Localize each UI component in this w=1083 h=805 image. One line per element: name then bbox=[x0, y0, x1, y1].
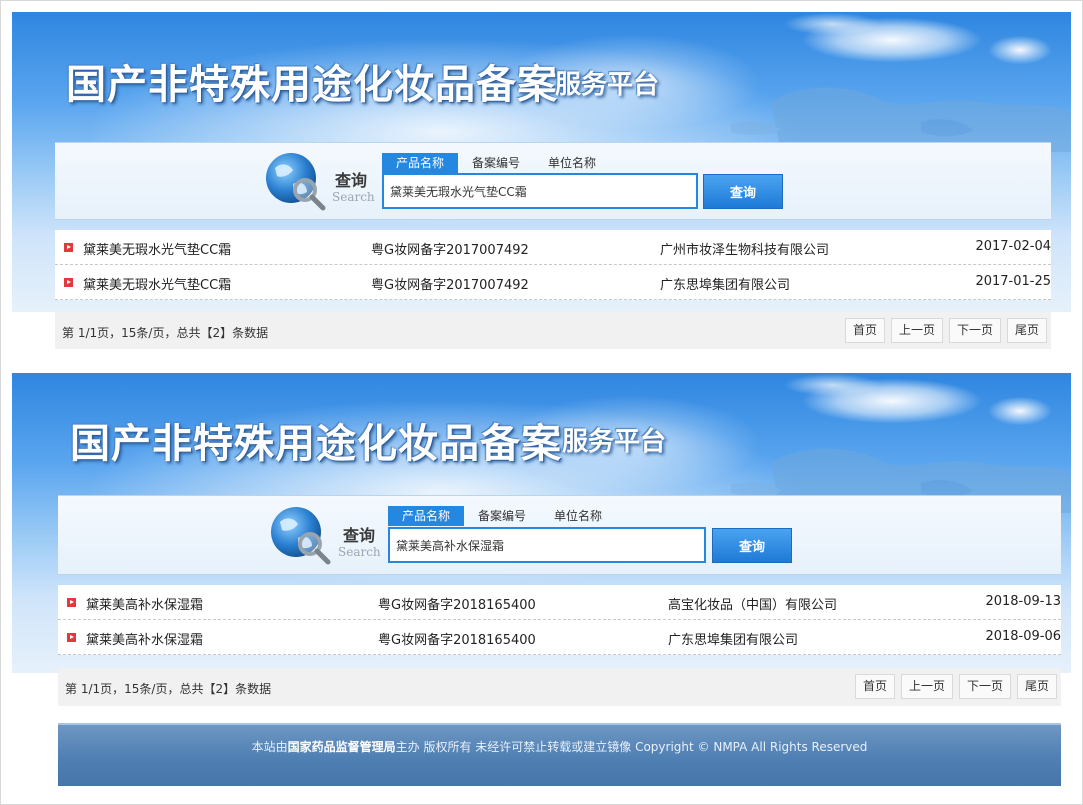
search-label-en: Search bbox=[332, 190, 375, 204]
search-tabs: 产品名称 备案编号 单位名称 bbox=[388, 506, 616, 526]
results-list: 黛莱美高补水保湿霜 粤G妆网备字2018165400 高宝化妆品（中国）有限公司… bbox=[58, 585, 1061, 655]
page-subtitle: 服务平台 bbox=[562, 427, 667, 457]
bullet-arrow-icon bbox=[64, 243, 73, 252]
search-button[interactable]: 查询 bbox=[712, 528, 792, 563]
registration-number: 粤G妆网备字2017007492 bbox=[371, 243, 529, 258]
prev-page-button[interactable]: 上一页 bbox=[900, 674, 953, 699]
next-page-button[interactable]: 下一页 bbox=[958, 674, 1011, 699]
tab-company-name[interactable]: 单位名称 bbox=[534, 153, 610, 173]
pagination-buttons: 首页 上一页 下一页 尾页 bbox=[844, 318, 1047, 343]
page-subtitle: 服务平台 bbox=[555, 70, 660, 100]
tab-registration-number[interactable]: 备案编号 bbox=[458, 153, 534, 173]
table-row: 黛莱美高补水保湿霜 粤G妆网备字2018165400 广东思埠集团有限公司 20… bbox=[58, 620, 1061, 655]
world-map-decoration bbox=[731, 87, 1071, 152]
tab-company-name[interactable]: 单位名称 bbox=[540, 506, 616, 526]
globe-search-icon bbox=[271, 507, 331, 565]
bullet-arrow-icon bbox=[64, 278, 73, 287]
search-input[interactable] bbox=[382, 173, 698, 209]
pagination-info: 第 1/1页，15条/页，总共【2】条数据 bbox=[62, 326, 269, 340]
search-label-en: Search bbox=[338, 545, 381, 559]
product-name-link[interactable]: 黛莱美无瑕水光气垫CC霜 bbox=[83, 274, 231, 293]
registration-number: 粤G妆网备字2018165400 bbox=[378, 633, 536, 648]
registration-number: 粤G妆网备字2017007492 bbox=[371, 278, 529, 293]
record-date: 2017-02-04 bbox=[975, 239, 1051, 254]
bullet-arrow-icon bbox=[67, 633, 76, 642]
bullet-arrow-icon bbox=[67, 598, 76, 607]
tab-registration-number[interactable]: 备案编号 bbox=[464, 506, 540, 526]
results-list: 黛莱美无瑕水光气垫CC霜 粤G妆网备字2017007492 广州市妆泽生物科技有… bbox=[55, 230, 1051, 300]
pagination-info: 第 1/1页，15条/页，总共【2】条数据 bbox=[65, 682, 272, 696]
registration-number: 粤G妆网备字2018165400 bbox=[378, 598, 536, 613]
product-name-link[interactable]: 黛莱美高补水保湿霜 bbox=[86, 594, 203, 613]
result-panel-2: 国产非特殊用途化妆品备案 服务平台 查询 Search 产品名称 备案编号 单位… bbox=[12, 373, 1071, 786]
site-footer: 本站由国家药品监督管理局主办 版权所有 未经许可禁止转载或建立镜像 Copyri… bbox=[58, 723, 1061, 786]
record-date: 2017-01-25 bbox=[975, 274, 1051, 289]
last-page-button[interactable]: 尾页 bbox=[1016, 674, 1057, 699]
next-page-button[interactable]: 下一页 bbox=[948, 318, 1001, 343]
tab-product-name[interactable]: 产品名称 bbox=[388, 506, 465, 526]
table-row: 黛莱美无瑕水光气垫CC霜 粤G妆网备字2017007492 广东思埠集团有限公司… bbox=[55, 265, 1051, 300]
tab-product-name[interactable]: 产品名称 bbox=[382, 153, 459, 173]
search-label: 查询 bbox=[335, 171, 368, 190]
search-tabs: 产品名称 备案编号 单位名称 bbox=[382, 153, 610, 173]
company-name: 高宝化妆品（中国）有限公司 bbox=[668, 598, 838, 613]
prev-page-button[interactable]: 上一页 bbox=[890, 318, 943, 343]
pagination-buttons: 首页 上一页 下一页 尾页 bbox=[854, 674, 1057, 699]
footer-copyright: 主办 版权所有 未经许可禁止转载或建立镜像 Copyright © NMPA A… bbox=[395, 740, 868, 754]
search-button[interactable]: 查询 bbox=[703, 174, 783, 209]
result-panel-1: 国产非特殊用途化妆品备案 服务平台 查询 Search 产品名称 备案编号 单位… bbox=[12, 12, 1071, 357]
search-panel: 查询 Search 产品名称 备案编号 单位名称 查询 bbox=[55, 142, 1051, 220]
first-page-button[interactable]: 首页 bbox=[844, 318, 885, 343]
search-input[interactable] bbox=[388, 527, 706, 563]
footer-org: 国家药品监督管理局 bbox=[287, 740, 396, 754]
record-date: 2018-09-06 bbox=[985, 629, 1061, 644]
product-name-link[interactable]: 黛莱美无瑕水光气垫CC霜 bbox=[83, 239, 231, 258]
search-panel: 查询 Search 产品名称 备案编号 单位名称 查询 bbox=[58, 495, 1061, 575]
page-title: 国产非特殊用途化妆品备案 bbox=[66, 61, 558, 108]
first-page-button[interactable]: 首页 bbox=[854, 674, 895, 699]
product-name-link[interactable]: 黛莱美高补水保湿霜 bbox=[86, 629, 203, 648]
search-label: 查询 bbox=[343, 526, 376, 545]
table-row: 黛莱美无瑕水光气垫CC霜 粤G妆网备字2017007492 广州市妆泽生物科技有… bbox=[55, 230, 1051, 265]
pagination-bar: 第 1/1页，15条/页，总共【2】条数据 首页 上一页 下一页 尾页 bbox=[58, 668, 1061, 706]
last-page-button[interactable]: 尾页 bbox=[1006, 318, 1047, 343]
company-name: 广东思埠集团有限公司 bbox=[660, 278, 791, 293]
footer-prefix: 本站由 bbox=[251, 740, 288, 754]
table-row: 黛莱美高补水保湿霜 粤G妆网备字2018165400 高宝化妆品（中国）有限公司… bbox=[58, 585, 1061, 620]
globe-search-icon bbox=[266, 153, 326, 211]
page-title: 国产非特殊用途化妆品备案 bbox=[70, 420, 562, 467]
pagination-bar: 第 1/1页，15条/页，总共【2】条数据 首页 上一页 下一页 尾页 bbox=[55, 312, 1051, 349]
company-name: 广州市妆泽生物科技有限公司 bbox=[660, 243, 830, 258]
company-name: 广东思埠集团有限公司 bbox=[668, 633, 799, 648]
record-date: 2018-09-13 bbox=[985, 594, 1061, 609]
